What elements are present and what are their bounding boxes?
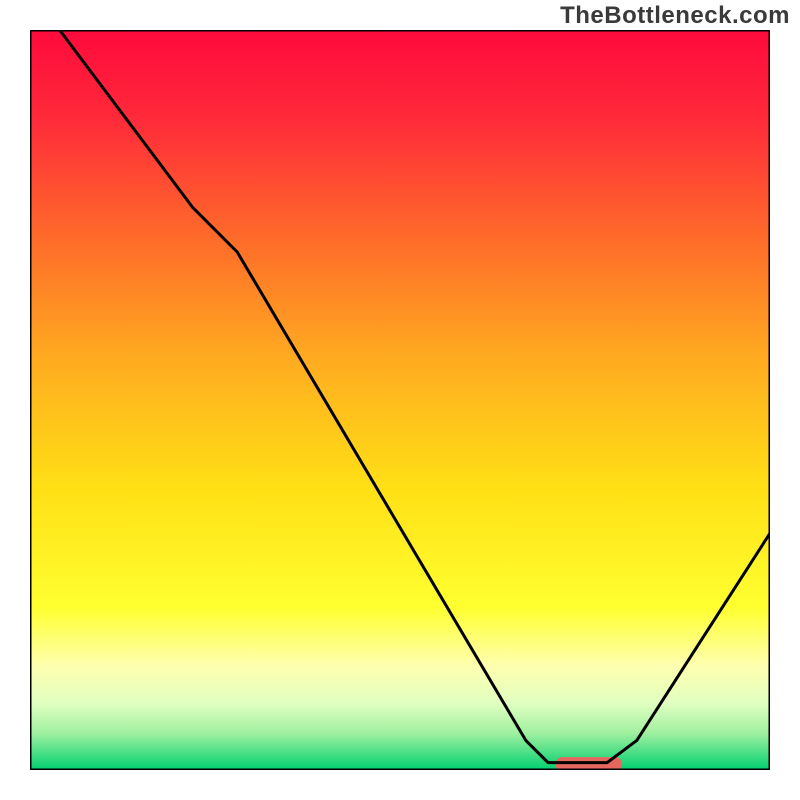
chart-area [30,30,770,770]
chart-svg [30,30,770,770]
chart-container: TheBottleneck.com [0,0,800,800]
watermark-text: TheBottleneck.com [560,2,790,30]
